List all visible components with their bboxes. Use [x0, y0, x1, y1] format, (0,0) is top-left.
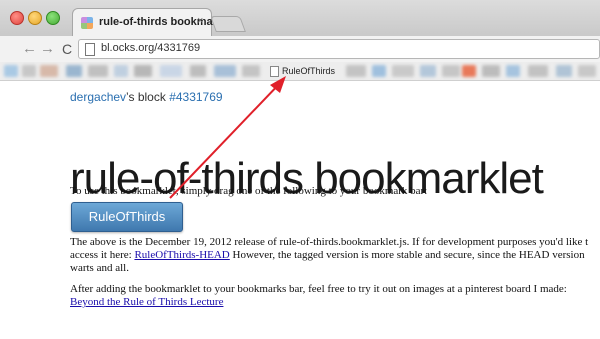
release-line-1: The above is the December 19, 2012 relea…	[70, 236, 589, 248]
byline: dergachev’s block #4331769	[70, 90, 223, 104]
minimize-window-icon[interactable]	[28, 11, 42, 25]
blurred-bookmark[interactable]	[392, 65, 414, 77]
blurred-bookmark[interactable]	[442, 65, 460, 77]
blurred-bookmark[interactable]	[346, 65, 366, 77]
blurred-bookmark[interactable]	[462, 65, 476, 77]
browser-toolbar: ← → C bl.ocks.org/4331769	[0, 36, 600, 63]
release-line-3: warts and all.	[70, 262, 129, 274]
blurred-bookmark[interactable]	[160, 65, 182, 77]
release-line-2-pre: access it here:	[70, 249, 135, 261]
blurred-bookmark[interactable]	[420, 65, 436, 77]
page-content: dergachev’s block #4331769 rule-of-third…	[0, 81, 600, 339]
back-icon[interactable]: ←	[22, 40, 37, 57]
favicon-icon	[81, 17, 93, 29]
bookmarks-bar: RuleOfThirds	[0, 62, 600, 81]
blurred-bookmark[interactable]	[528, 65, 548, 77]
browser-titlebar: rule-of-thirds bookmarklet ×	[0, 0, 600, 37]
pinterest-board-link[interactable]: Beyond the Rule of Thirds Lecture	[70, 296, 600, 309]
blurred-bookmark[interactable]	[242, 65, 260, 77]
blurred-bookmark[interactable]	[4, 65, 18, 77]
pinterest-line-1: After adding the bookmarklet to your boo…	[70, 283, 567, 295]
forward-icon[interactable]: →	[40, 40, 55, 57]
blurred-bookmark[interactable]	[134, 65, 152, 77]
url-text[interactable]: bl.ocks.org/4331769	[101, 42, 200, 54]
blurred-bookmark[interactable]	[114, 65, 128, 77]
browser-tab[interactable]: rule-of-thirds bookmarklet ×	[72, 8, 236, 37]
bookmark-label: RuleOfThirds	[282, 66, 336, 76]
head-version-link[interactable]: RuleOfThirds-HEAD	[134, 249, 229, 261]
bookmark-page-icon	[270, 65, 279, 77]
maximize-window-icon[interactable]	[46, 11, 60, 25]
address-bar[interactable]: bl.ocks.org/4331769	[78, 39, 600, 59]
release-line-2-post: However, the tagged version is more stab…	[229, 249, 585, 261]
blurred-bookmark[interactable]	[482, 65, 500, 77]
blurred-bookmark[interactable]	[506, 65, 520, 77]
blurred-bookmark[interactable]	[214, 65, 236, 77]
blurred-bookmark[interactable]	[88, 65, 108, 77]
intro-text: To use this bookmarklet, simply drag one…	[70, 185, 428, 197]
blurred-bookmark[interactable]	[372, 65, 386, 77]
byline-text: ’s block	[126, 90, 170, 104]
blurred-bookmark[interactable]	[66, 65, 82, 77]
tab-close-icon[interactable]: ×	[197, 15, 203, 27]
url-path: /4331769	[154, 42, 201, 54]
release-line-2: access it here: RuleOfThirds-HEAD Howeve…	[70, 249, 600, 262]
new-tab-button[interactable]	[210, 16, 246, 32]
close-window-icon[interactable]	[10, 11, 24, 25]
bookmarklet-button[interactable]: RuleOfThirds	[71, 202, 183, 232]
blurred-bookmark[interactable]	[190, 65, 206, 77]
url-host: bl.ocks.org	[101, 42, 155, 54]
byline-user-link[interactable]: dergachev	[70, 90, 126, 104]
byline-gist-link[interactable]: #4331769	[169, 90, 222, 104]
pinterest-paragraph: After adding the bookmarklet to your boo…	[70, 283, 600, 309]
blurred-bookmark[interactable]	[556, 65, 572, 77]
blurred-bookmark[interactable]	[578, 65, 596, 77]
release-paragraph: The above is the December 19, 2012 relea…	[70, 236, 600, 275]
blurred-bookmark[interactable]	[22, 65, 36, 77]
page-icon	[85, 43, 95, 56]
reload-icon[interactable]: C	[62, 41, 72, 57]
bookmark-ruleofthirds[interactable]: RuleOfThirds	[270, 64, 335, 78]
blurred-bookmark[interactable]	[40, 65, 58, 77]
